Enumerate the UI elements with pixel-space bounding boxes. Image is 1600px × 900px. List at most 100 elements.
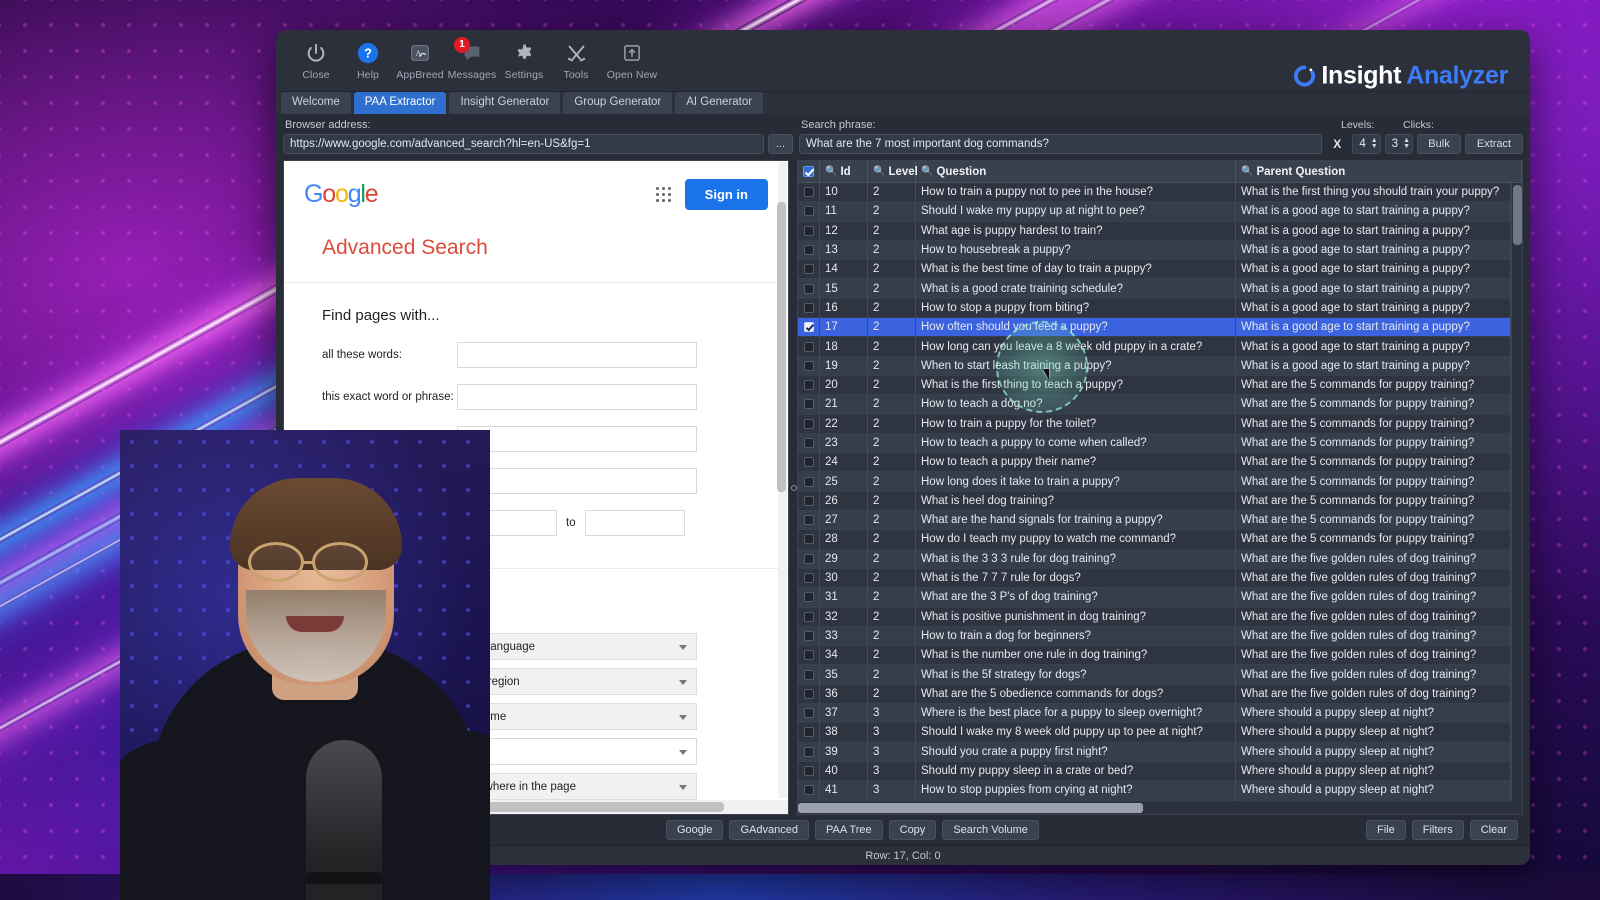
table-row[interactable]: 36 2 What are the 5 obedience commands for… [798, 684, 1511, 705]
table-row[interactable]: 39 3 Should you crate a puppy first night?… [798, 742, 1511, 762]
row-checkbox[interactable] [803, 495, 814, 506]
none-of-these-words-input[interactable] [457, 468, 697, 494]
table-row[interactable]: 16 2 How to stop a puppy from biting? What … [798, 298, 1511, 319]
toolbar-button-help[interactable]: ? Help [342, 40, 394, 81]
table-row[interactable]: 37 3 Where is the best place for a puppy t… [798, 704, 1511, 724]
grid-vertical-scrollbar[interactable] [1511, 183, 1522, 802]
bulk-button[interactable]: Bulk [1417, 134, 1461, 154]
row-checkbox[interactable] [803, 476, 814, 487]
tab-welcome[interactable]: Welcome [281, 92, 351, 114]
table-row[interactable]: 17 2 How often should you feed a puppy? Wha… [798, 318, 1511, 338]
scrollbar-thumb[interactable] [394, 802, 724, 812]
browser-address-input[interactable]: https://www.google.com/advanced_search?h… [283, 134, 764, 154]
row-checkbox-cell[interactable] [798, 260, 820, 280]
row-checkbox[interactable] [803, 380, 814, 391]
row-checkbox-cell[interactable] [798, 742, 820, 762]
row-checkbox[interactable] [803, 438, 814, 448]
row-checkbox-cell[interactable] [798, 240, 820, 261]
row-checkbox[interactable] [803, 283, 814, 294]
chevron-updown-icon[interactable]: ▲ ▼ [1403, 137, 1410, 150]
row-checkbox[interactable] [803, 688, 814, 699]
row-checkbox-cell[interactable] [798, 761, 820, 782]
google-button[interactable]: Google [666, 820, 724, 840]
table-row[interactable]: 19 2 When to start leash training a puppy?… [798, 356, 1511, 376]
region-select[interactable]: any region [457, 668, 697, 695]
exact-phrase-input[interactable] [457, 384, 697, 410]
table-row[interactable]: 34 2 What is the number one rule in dog tr… [798, 646, 1511, 666]
row-checkbox-cell[interactable] [798, 414, 820, 434]
row-checkbox[interactable] [803, 708, 814, 719]
search-icon[interactable]: 🔍 [873, 166, 885, 177]
toolbar-button-close[interactable]: Close [290, 40, 342, 81]
column-header-level[interactable]: 🔍 Level [868, 161, 918, 182]
address-browse-button[interactable]: ... [767, 134, 793, 154]
row-checkbox-cell[interactable] [798, 298, 820, 319]
toolbar-button-settings[interactable]: Settings [498, 40, 550, 81]
grid-horizontal-scrollbar[interactable] [798, 802, 1522, 814]
row-checkbox[interactable] [803, 360, 814, 371]
last-update-select[interactable]: anytime [457, 703, 697, 730]
table-row[interactable]: 15 2 What is a good crate training schedul… [798, 279, 1511, 299]
search-icon[interactable]: 🔍 [825, 166, 837, 177]
row-checkbox[interactable] [803, 206, 814, 217]
row-checkbox-cell[interactable] [798, 491, 820, 512]
row-checkbox-cell[interactable] [798, 337, 820, 357]
row-checkbox-cell[interactable] [798, 684, 820, 705]
select-all-header[interactable] [798, 161, 820, 182]
any-of-these-words-input[interactable] [457, 426, 697, 452]
scrollbar-thumb[interactable] [1513, 185, 1522, 245]
row-checkbox[interactable] [803, 630, 814, 641]
row-checkbox[interactable] [803, 399, 814, 410]
table-row[interactable]: 20 2 What is the first thing to teach a pu… [798, 375, 1511, 396]
row-checkbox-cell[interactable] [798, 665, 820, 685]
row-checkbox[interactable] [803, 534, 814, 545]
table-row[interactable]: 23 2 How to teach a puppy to come when cal… [798, 433, 1511, 454]
tab-paa-extractor[interactable]: PAA Extractor [353, 92, 447, 114]
site-or-domain-input[interactable] [457, 738, 697, 765]
table-row[interactable]: 18 2 How long can you leave a 8 week old p… [798, 337, 1511, 357]
table-row[interactable]: 31 2 What are the 3 P's of dog training? Wh… [798, 588, 1511, 608]
numbers-to-input[interactable] [584, 510, 685, 536]
column-header-question[interactable]: 🔍 Question [916, 161, 1236, 182]
search-volume-button[interactable]: Search Volume [942, 820, 1039, 840]
all-these-words-input[interactable] [457, 342, 697, 368]
row-checkbox[interactable] [803, 727, 814, 738]
row-checkbox-cell[interactable] [798, 704, 820, 724]
numbers-from-input[interactable] [457, 510, 557, 536]
row-checkbox-cell[interactable] [798, 723, 820, 743]
levels-stepper[interactable]: 4 ▲ ▼ [1352, 134, 1381, 154]
select-all-checkbox[interactable] [803, 166, 814, 177]
extract-button[interactable]: Extract [1465, 134, 1523, 154]
row-checkbox-cell[interactable] [798, 568, 820, 589]
table-row[interactable]: 21 2 How to teach a dog no? What are the 5 … [798, 395, 1511, 415]
copy-button[interactable]: Copy [888, 820, 937, 840]
chevron-updown-icon[interactable]: ▲ ▼ [1371, 137, 1378, 150]
row-checkbox-cell[interactable] [798, 433, 820, 454]
toolbar-button-open-new[interactable]: Open New [602, 40, 662, 81]
row-checkbox-cell[interactable] [798, 511, 820, 531]
table-row[interactable]: 26 2 What is heel dog training? What are th… [798, 491, 1511, 512]
row-checkbox[interactable] [803, 322, 814, 333]
row-checkbox-cell[interactable] [798, 356, 820, 376]
table-row[interactable]: 11 2 Should I wake my puppy up at night to… [798, 202, 1511, 222]
paa-tree-button[interactable]: PAA Tree [814, 820, 883, 840]
row-checkbox[interactable] [803, 611, 814, 622]
table-row[interactable]: 24 2 How to teach a puppy their name? What … [798, 453, 1511, 473]
row-checkbox-cell[interactable] [798, 549, 820, 569]
pane-splitter[interactable] [789, 160, 797, 815]
row-checkbox[interactable] [803, 225, 814, 236]
table-row[interactable]: 29 2 What is the 3 3 3 rule for dog traini… [798, 549, 1511, 569]
row-checkbox-cell[interactable] [798, 588, 820, 608]
gadvanced-button[interactable]: GAdvanced [729, 820, 809, 840]
language-select[interactable]: any language [457, 633, 697, 660]
row-checkbox[interactable] [803, 515, 814, 526]
table-row[interactable]: 25 2 How long does it take to train a pupp… [798, 472, 1511, 492]
filters-button[interactable]: Filters [1411, 820, 1464, 840]
table-row[interactable]: 14 2 What is the best time of day to train… [798, 260, 1511, 280]
table-row[interactable]: 38 3 Should I wake my 8 week old puppy up … [798, 723, 1511, 743]
table-row[interactable]: 40 3 Should my puppy sleep in a crate or b… [798, 761, 1511, 782]
table-row[interactable]: 30 2 What is the 7 7 7 rule for dogs? What … [798, 568, 1511, 589]
terms-appearing-select[interactable]: anywhere in the page [457, 773, 697, 800]
search-icon[interactable]: 🔍 [1241, 166, 1253, 177]
row-checkbox[interactable] [803, 592, 814, 603]
